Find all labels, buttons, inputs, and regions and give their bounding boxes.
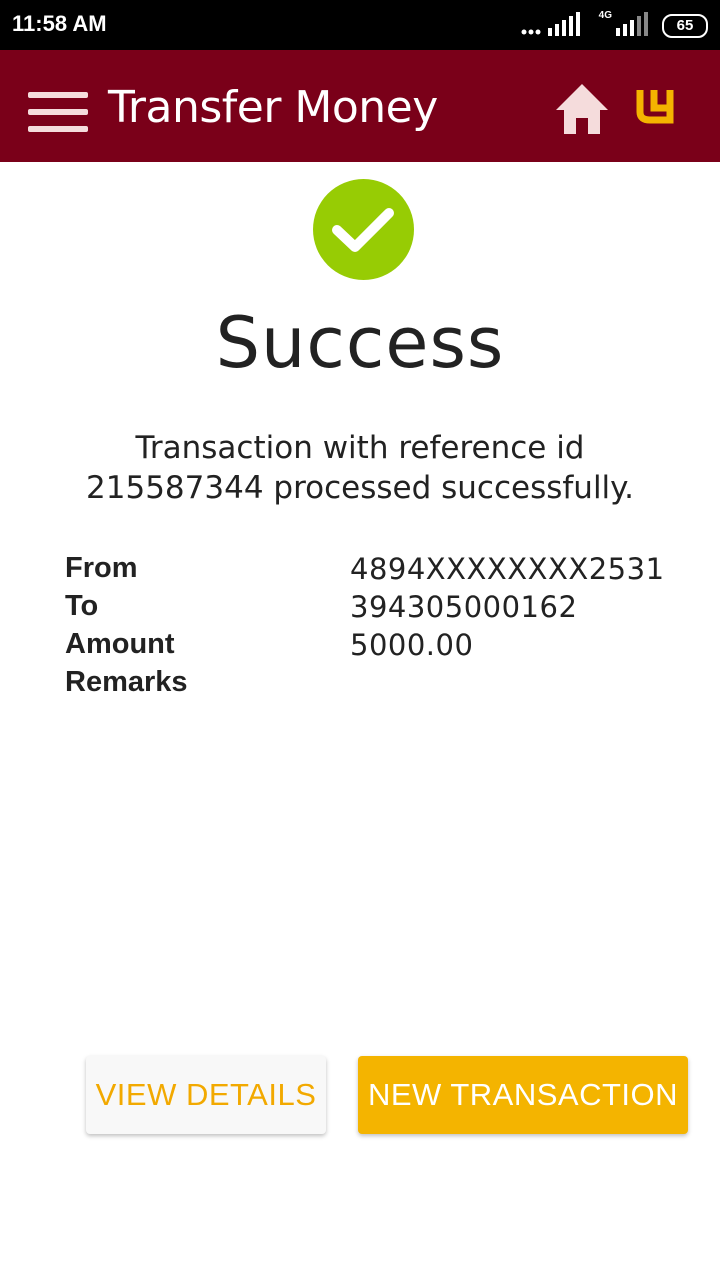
result-message: Transaction with reference id 215587344 … [60, 428, 660, 508]
detail-row-from: From 4894XXXXXXXX2531 [65, 552, 685, 590]
status-time: 11:58 AM [12, 11, 107, 36]
bank-logo-icon [636, 90, 674, 124]
detail-label: Amount [65, 628, 175, 660]
detail-label: From [65, 552, 138, 584]
detail-label: To [65, 590, 99, 622]
signal-icon [521, 12, 580, 36]
view-details-button[interactable]: VIEW DETAILS [86, 1056, 326, 1134]
detail-value: 4894XXXXXXXX2531 [350, 552, 665, 586]
result-title: Success [215, 302, 505, 384]
detail-value: 5000.00 [350, 628, 474, 662]
network-type-label: 4G [598, 10, 612, 21]
app-bar: Transfer Money [0, 50, 720, 162]
success-check-icon [313, 179, 414, 280]
detail-row-to: To 394305000162 [65, 590, 685, 628]
signal-4g-icon [616, 12, 648, 36]
result-message-line1: Transaction with reference id [135, 430, 585, 466]
hamburger-menu-icon[interactable] [28, 92, 88, 136]
result-message-line2: 215587344 processed successfully. [86, 470, 634, 506]
home-icon[interactable] [554, 82, 610, 136]
detail-label: Remarks [65, 666, 188, 698]
new-transaction-button[interactable]: NEW TRANSACTION [358, 1056, 688, 1134]
page-title: Transfer Money [108, 82, 438, 133]
detail-row-amount: Amount 5000.00 [65, 628, 685, 666]
detail-row-remarks: Remarks [65, 666, 685, 704]
status-bar: 11:58 AM 4G 65 [0, 0, 720, 50]
detail-value: 394305000162 [350, 590, 578, 624]
battery-indicator: 65 [662, 14, 708, 38]
